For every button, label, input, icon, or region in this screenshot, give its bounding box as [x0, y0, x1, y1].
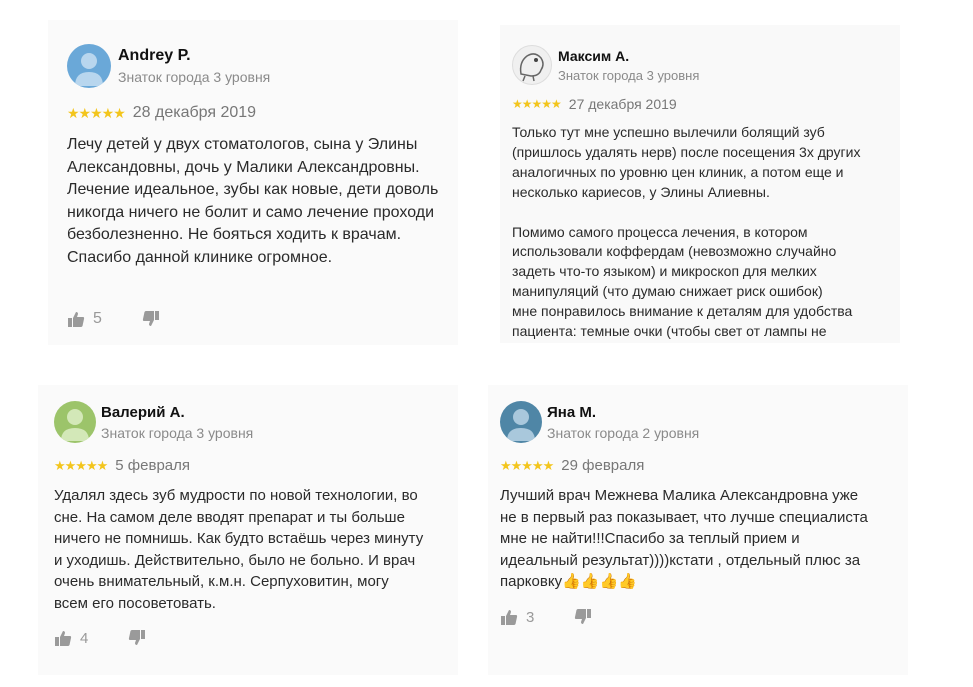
- author-level: Знаток города 3 уровня: [118, 69, 271, 85]
- rating-stars: ★★★★★: [67, 104, 126, 121]
- rating-stars: ★★★★★: [500, 457, 554, 473]
- author-level: Знаток города 3 уровня: [558, 67, 700, 83]
- thumbs-down-icon[interactable]: [574, 608, 592, 626]
- review-date: 5 февраля: [115, 457, 191, 474]
- like-count: 5: [93, 310, 102, 327]
- review-text: Лучший врач Межнева Малика Александровна…: [500, 485, 868, 593]
- avatar[interactable]: [67, 44, 111, 88]
- thumbs-up-emoji: 👍👍👍👍: [562, 573, 637, 590]
- like-count: 4: [80, 629, 89, 647]
- review-card: Яна М. Знаток города 2 уровня ★★★★★ 29 ф…: [488, 385, 908, 675]
- author-level: Знаток города 2 уровня: [547, 424, 700, 441]
- review-date: 27 декабря 2019: [568, 96, 677, 112]
- author-level: Знаток города 3 уровня: [101, 424, 254, 441]
- rating: ★★★★★ 28 декабря 2019: [67, 104, 256, 122]
- avatar[interactable]: [512, 45, 552, 85]
- review-header: Валерий А. Знаток города 3 уровня: [54, 401, 253, 443]
- like-count: 3: [526, 608, 535, 626]
- review-card: Валерий А. Знаток города 3 уровня ★★★★★ …: [38, 385, 458, 675]
- thumbs-down-icon[interactable]: [128, 629, 146, 647]
- review-text: Удалял здесь зуб мудрости по новой техно…: [54, 487, 424, 612]
- rating-stars: ★★★★★: [54, 457, 108, 473]
- review-card: Максим А. Знаток города 3 уровня ★★★★★ 2…: [500, 25, 900, 343]
- review-header: Яна М. Знаток города 2 уровня: [500, 401, 699, 443]
- thumbs-up-icon[interactable]: [67, 310, 85, 328]
- review-header: Максим А. Знаток города 3 уровня: [512, 45, 699, 85]
- review-card: Andrey P. Знаток города 3 уровня ★★★★★ 2…: [48, 20, 458, 345]
- review-votes: 3: [500, 608, 592, 626]
- author-name[interactable]: Валерий А.: [101, 404, 253, 421]
- avatar[interactable]: [54, 401, 96, 443]
- review-date: 29 февраля: [561, 457, 645, 474]
- author-name[interactable]: Andrey P.: [118, 47, 270, 65]
- avatar[interactable]: [500, 401, 542, 443]
- rating: ★★★★★ 27 декабря 2019: [512, 96, 677, 112]
- review-votes: 5: [67, 310, 160, 328]
- review-date: 28 декабря 2019: [132, 104, 257, 121]
- rating: ★★★★★ 5 февраля: [54, 457, 190, 474]
- review-text: Только тут мне успешно вылечили болящий …: [512, 124, 861, 340]
- review-votes: 4: [54, 629, 146, 647]
- thumbs-up-icon[interactable]: [500, 608, 518, 626]
- author-name[interactable]: Яна М.: [547, 404, 699, 421]
- review-text: Лечу детей у двух стоматологов, сына у Э…: [67, 136, 439, 266]
- thumbs-up-icon[interactable]: [54, 629, 72, 647]
- review-header: Andrey P. Знаток города 3 уровня: [67, 44, 270, 88]
- author-name[interactable]: Максим А.: [558, 48, 699, 64]
- rating: ★★★★★ 29 февраля: [500, 457, 644, 474]
- thumbs-down-icon[interactable]: [142, 310, 160, 328]
- rating-stars: ★★★★★: [512, 97, 562, 111]
- review-text-body: Лучший врач Межнева Малика Александровна…: [500, 487, 868, 590]
